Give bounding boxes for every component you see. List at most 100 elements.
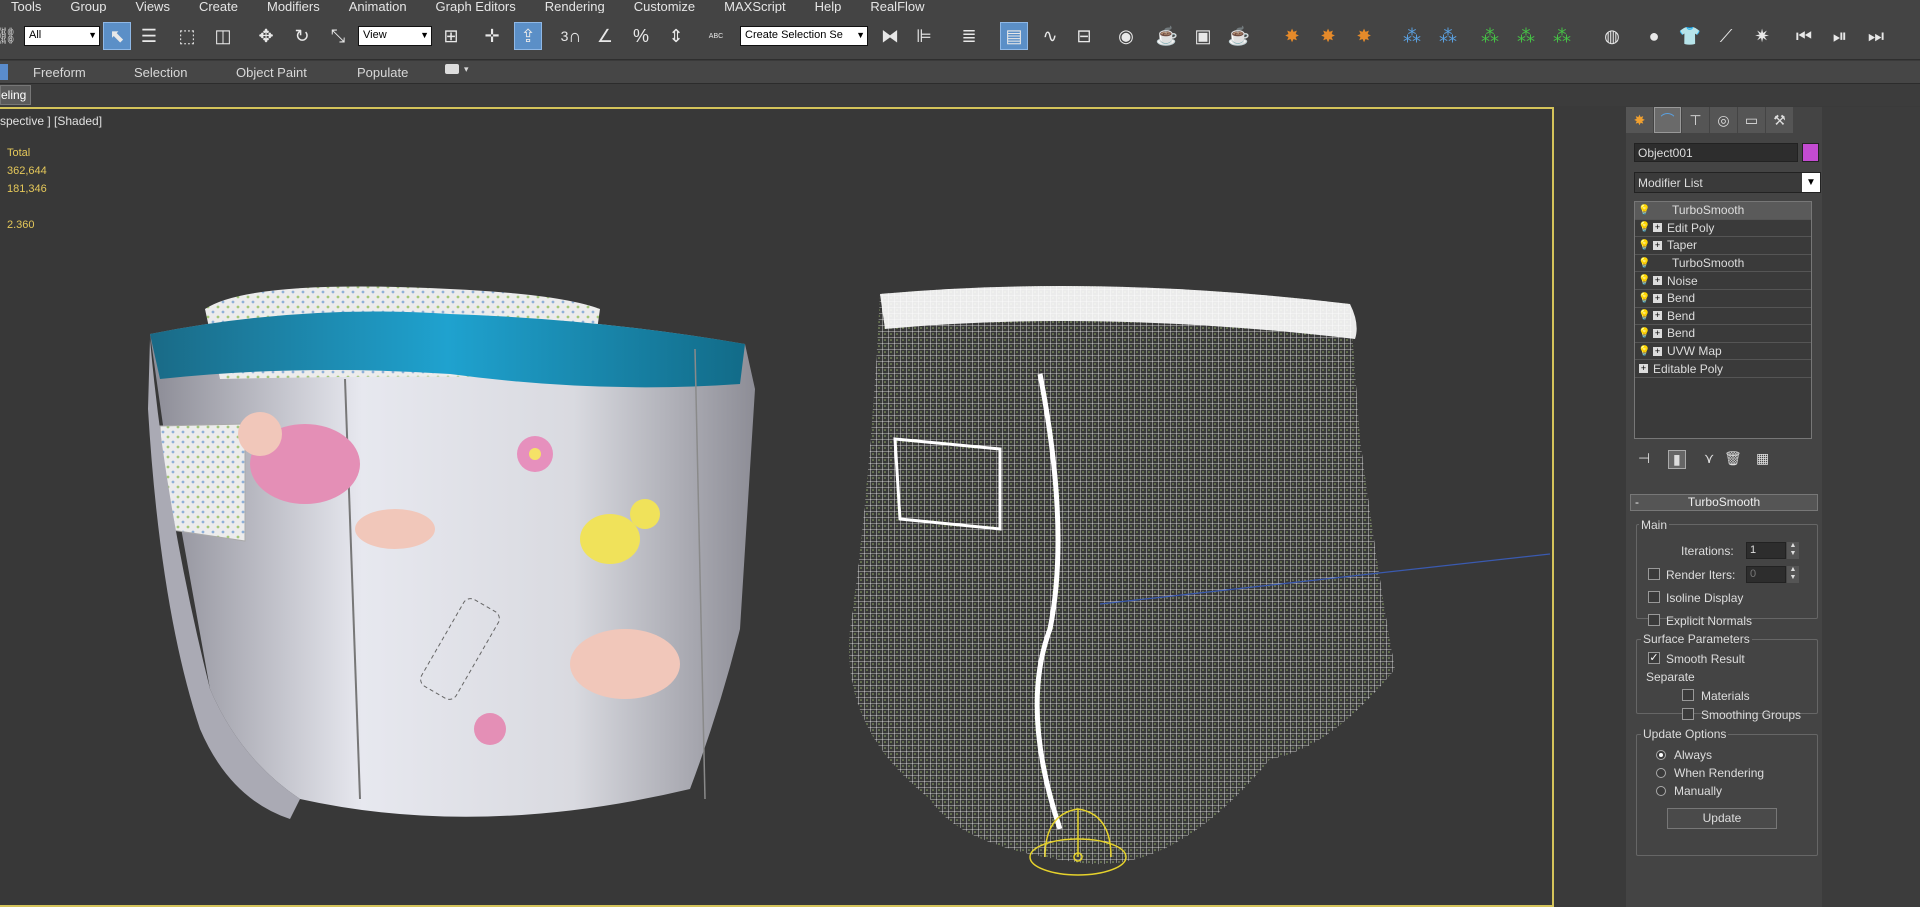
- ribbon-options-icon[interactable]: [445, 64, 459, 74]
- materials-checkbox[interactable]: [1682, 689, 1694, 701]
- menu-group[interactable]: Group: [70, 0, 106, 13]
- curve-editor-icon[interactable]: ∿: [1036, 22, 1064, 50]
- stack-item[interactable]: 💡 TurboSmooth: [1635, 255, 1811, 273]
- iterations-input[interactable]: 1: [1746, 542, 1786, 559]
- realflow-fluid-icon[interactable]: ✸: [1314, 22, 1342, 50]
- modifier-list-arrow-icon[interactable]: ▼: [1802, 173, 1820, 192]
- expand-icon[interactable]: +: [1653, 240, 1662, 250]
- rollout-collapse-icon[interactable]: -: [1635, 495, 1639, 509]
- link-icon[interactable]: ⛓: [0, 23, 17, 49]
- particle-blue-2-icon[interactable]: ⁂: [1434, 22, 1462, 50]
- modifier-list-dropdown[interactable]: Modifier List ▼: [1634, 172, 1821, 193]
- menu-customize[interactable]: Customize: [634, 0, 695, 13]
- expand-icon[interactable]: +: [1653, 276, 1662, 286]
- make-unique-icon[interactable]: ⋎: [1704, 450, 1714, 467]
- reference-coord-dropdown[interactable]: View: [358, 26, 432, 46]
- window-crossing-icon[interactable]: ◫: [209, 22, 237, 50]
- pin-stack-icon[interactable]: ⊣: [1638, 450, 1650, 467]
- rotate-icon[interactable]: ↻: [288, 22, 316, 50]
- menu-realflow[interactable]: RealFlow: [870, 0, 924, 13]
- stack-item[interactable]: 💡 + UVW Map: [1635, 343, 1811, 361]
- object-name-input[interactable]: Object001: [1634, 143, 1798, 162]
- explicit-normals-checkbox[interactable]: [1648, 614, 1660, 626]
- show-end-result-icon[interactable]: ▮: [1668, 450, 1686, 469]
- scale-icon[interactable]: ⤡: [324, 22, 352, 50]
- remove-modifier-icon[interactable]: 🗑: [1724, 450, 1742, 467]
- menu-rendering[interactable]: Rendering: [545, 0, 605, 13]
- realflow-daemon-icon[interactable]: ✸: [1350, 22, 1378, 50]
- angle-snap-icon[interactable]: ∠: [591, 22, 619, 50]
- ribbon-tab-freeform[interactable]: Freeform: [33, 65, 86, 80]
- layer-manager-icon[interactable]: ≣: [955, 22, 983, 50]
- cloth-icon[interactable]: 👕: [1676, 22, 1704, 50]
- lightbulb-icon[interactable]: 💡: [1638, 310, 1650, 321]
- modifier-stack[interactable]: 💡 TurboSmooth 💡 + Edit Poly 💡 + Taper 💡 TurboS…: [1634, 201, 1812, 439]
- rollout-header[interactable]: - TurboSmooth: [1630, 494, 1818, 511]
- realflow-emitter-icon[interactable]: ✸: [1278, 22, 1306, 50]
- pivot-center-icon[interactable]: ⊞: [437, 22, 465, 50]
- stack-item[interactable]: 💡 + Taper: [1635, 237, 1811, 255]
- update-button[interactable]: Update: [1667, 808, 1777, 829]
- expand-icon[interactable]: +: [1653, 328, 1662, 338]
- ribbon-tab-selection[interactable]: Selection: [134, 65, 187, 80]
- when-rendering-radio[interactable]: [1656, 768, 1666, 778]
- rendered-frame-icon[interactable]: ▣: [1189, 22, 1217, 50]
- lightbulb-icon[interactable]: 💡: [1638, 222, 1650, 233]
- align-icon[interactable]: ⊫: [910, 22, 938, 50]
- configure-modifier-sets-icon[interactable]: ▦: [1756, 450, 1769, 467]
- particle-green-1-icon[interactable]: ⁂: [1476, 22, 1504, 50]
- render-iters-checkbox[interactable]: [1648, 568, 1660, 580]
- menu-help[interactable]: Help: [815, 0, 842, 13]
- menu-create[interactable]: Create: [199, 0, 238, 13]
- particle-green-2-icon[interactable]: ⁂: [1512, 22, 1540, 50]
- smooth-result-checkbox[interactable]: ✓: [1648, 652, 1660, 664]
- perspective-viewport[interactable]: spective ] [Shaded] Total 362,644 181,34…: [0, 107, 1554, 907]
- move-icon[interactable]: ✥: [252, 22, 280, 50]
- ribbon-options-chevron-icon[interactable]: ▾: [464, 64, 469, 75]
- effect-icon[interactable]: ✷: [1748, 22, 1776, 50]
- stack-item[interactable]: 💡 + Edit Poly: [1635, 220, 1811, 238]
- display-tab-icon[interactable]: ▭: [1738, 107, 1765, 133]
- schematic-view-icon[interactable]: ⊟: [1070, 22, 1098, 50]
- snap-toggle-icon[interactable]: 3 ∩: [557, 22, 585, 50]
- expand-icon[interactable]: +: [1653, 311, 1662, 321]
- utilities-tab-icon[interactable]: ⚒: [1766, 107, 1793, 133]
- stack-item[interactable]: 💡 TurboSmooth: [1635, 202, 1811, 220]
- rect-selection-icon[interactable]: ⬚: [173, 22, 201, 50]
- playback-play-icon[interactable]: ⏯: [1826, 22, 1854, 50]
- create-tab-icon[interactable]: ✸: [1626, 107, 1653, 133]
- manually-radio[interactable]: [1656, 786, 1666, 796]
- edit-named-selection-icon[interactable]: ABC: [702, 22, 730, 50]
- ribbon-tab-populate[interactable]: Populate: [357, 65, 408, 80]
- playback-start-icon[interactable]: ⏮: [1790, 22, 1818, 50]
- scene-explorer-icon[interactable]: ▤: [1000, 22, 1028, 50]
- lightbulb-icon[interactable]: 💡: [1638, 275, 1650, 286]
- expand-icon[interactable]: +: [1653, 293, 1662, 303]
- object-color-swatch[interactable]: [1802, 143, 1819, 162]
- menu-animation[interactable]: Animation: [349, 0, 407, 13]
- ribbon-tab-object-paint[interactable]: Object Paint: [236, 65, 307, 80]
- stack-item[interactable]: 💡 + Bend: [1635, 325, 1811, 343]
- stack-item[interactable]: 💡 + Noise: [1635, 272, 1811, 290]
- expand-icon[interactable]: +: [1639, 364, 1648, 374]
- stack-item[interactable]: 💡 + Bend: [1635, 290, 1811, 308]
- render-setup-icon[interactable]: ☕: [1153, 22, 1181, 50]
- sphere-icon[interactable]: ●: [1640, 22, 1668, 50]
- render-iters-input[interactable]: 0: [1746, 566, 1786, 583]
- select-manipulate-icon[interactable]: ✛: [478, 22, 506, 50]
- render-iters-spinner-icon[interactable]: ▲ ▼: [1787, 566, 1799, 583]
- hierarchy-tab-icon[interactable]: ⊤: [1682, 107, 1709, 133]
- lightbulb-icon[interactable]: 💡: [1638, 346, 1650, 357]
- menu-maxscript[interactable]: MAXScript: [724, 0, 785, 13]
- selection-filter-dropdown[interactable]: All: [24, 26, 100, 46]
- menu-modifiers[interactable]: Modifiers: [267, 0, 320, 13]
- globe-icon[interactable]: ◍: [1598, 22, 1626, 50]
- rope-icon[interactable]: ⟋: [1712, 22, 1740, 50]
- lightbulb-icon[interactable]: 💡: [1638, 240, 1650, 251]
- material-editor-icon[interactable]: ◉: [1112, 22, 1140, 50]
- lightbulb-icon[interactable]: 💡: [1638, 205, 1650, 216]
- menu-graph-editors[interactable]: Graph Editors: [436, 0, 516, 13]
- motion-tab-icon[interactable]: ◎: [1710, 107, 1737, 133]
- modeling-tab[interactable]: eling: [0, 85, 31, 105]
- iterations-spinner-icon[interactable]: ▲ ▼: [1787, 542, 1799, 559]
